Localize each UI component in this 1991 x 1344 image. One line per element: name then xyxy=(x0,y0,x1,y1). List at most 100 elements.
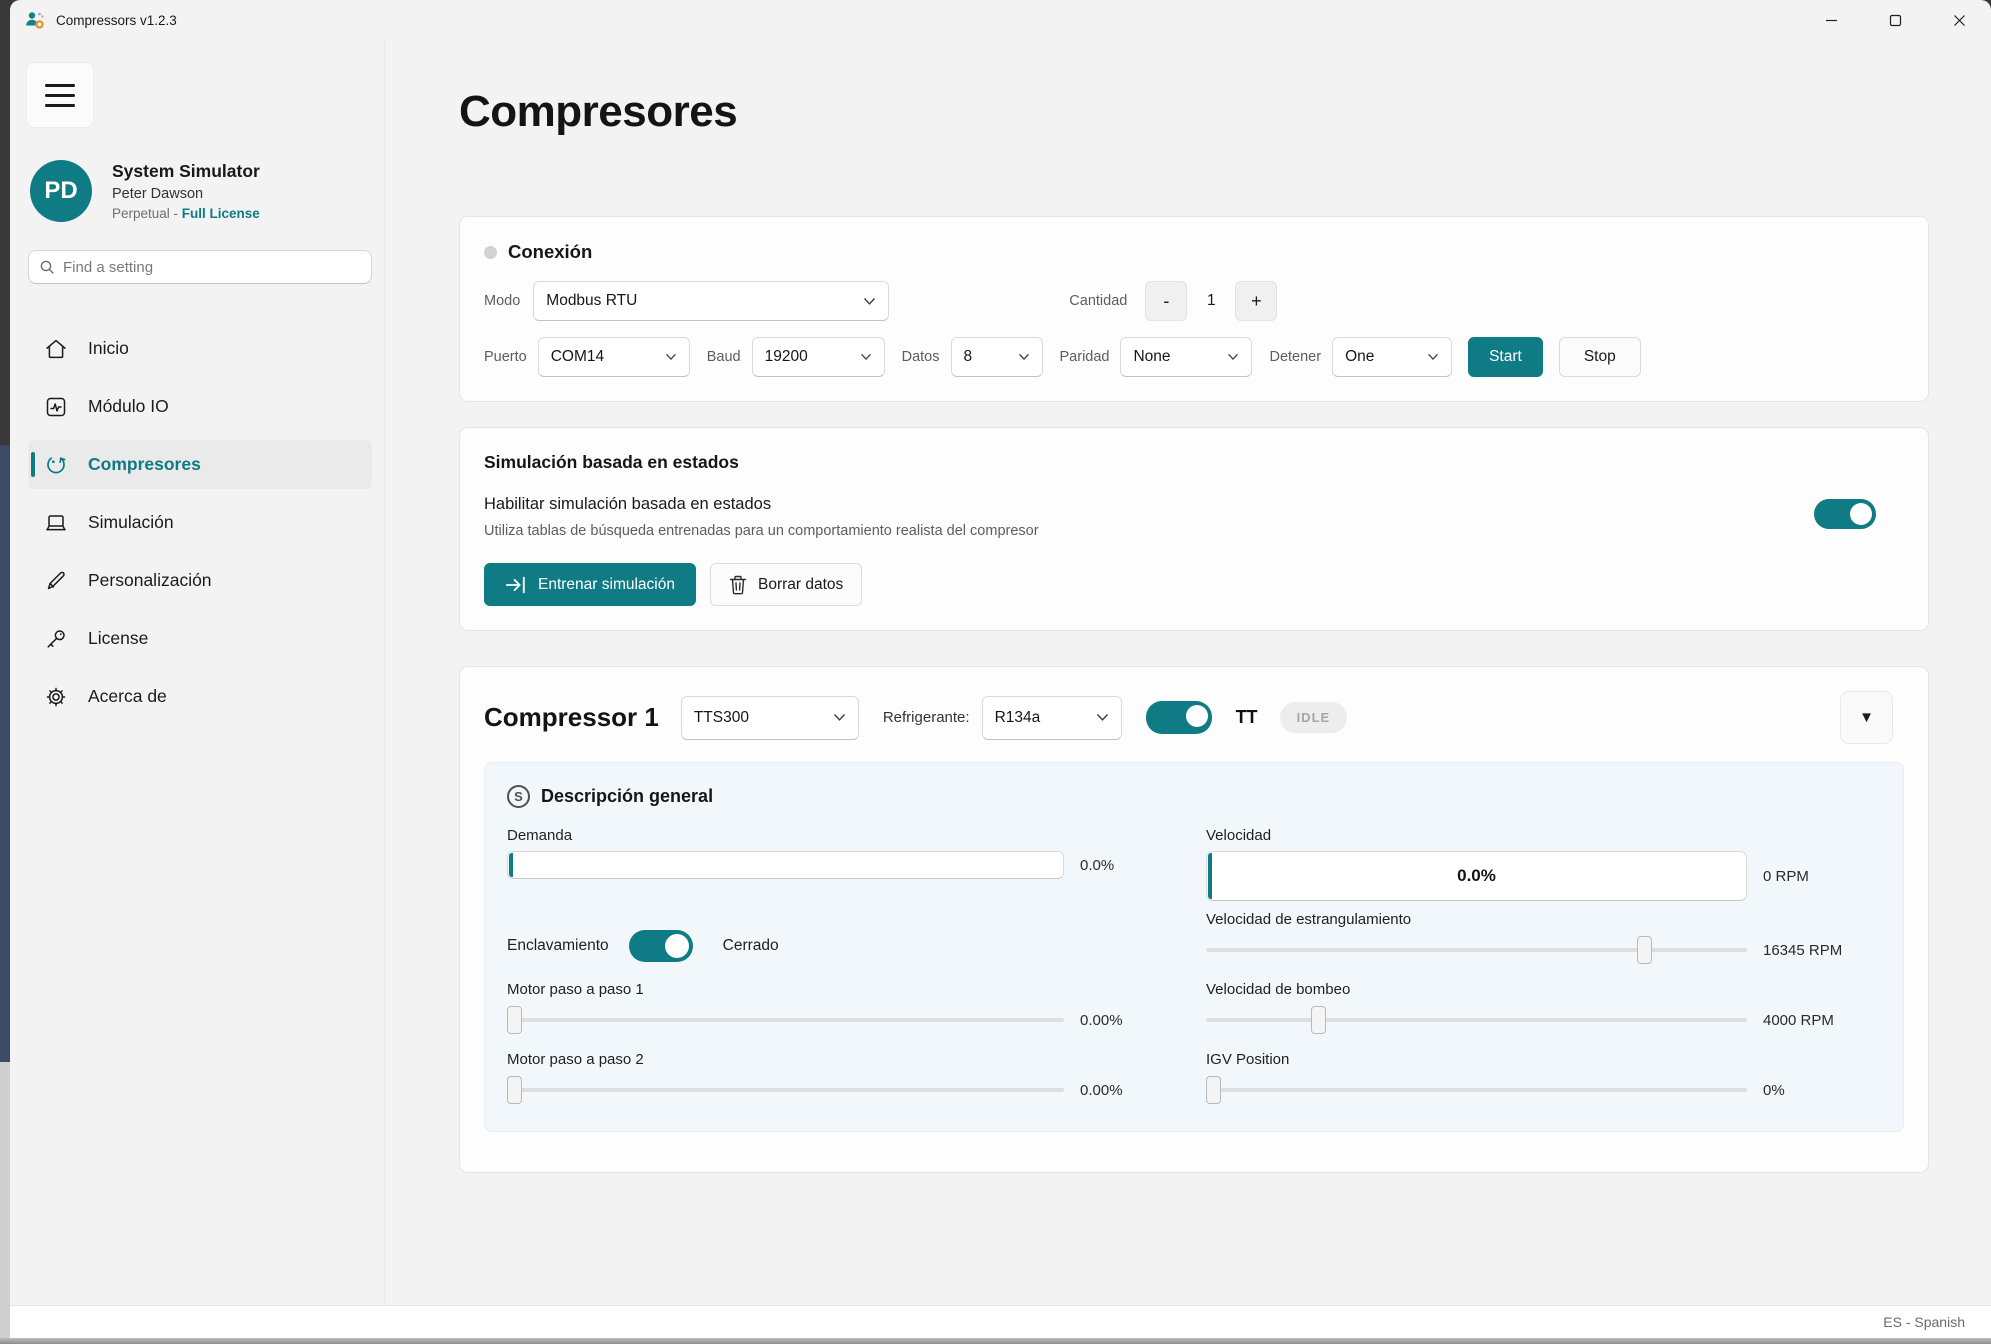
datos-dropdown[interactable]: 8 xyxy=(951,337,1043,377)
close-button[interactable] xyxy=(1927,0,1991,40)
gear-icon xyxy=(44,685,68,709)
choke-speed-slider[interactable] xyxy=(1206,935,1747,965)
sidebar-item-simulacion[interactable]: Simulación xyxy=(28,498,372,547)
baud-dropdown[interactable]: 19200 xyxy=(752,337,885,377)
igv-position-slider[interactable] xyxy=(1206,1075,1747,1105)
stepper2-label: Motor paso a paso 2 xyxy=(507,1051,1150,1068)
demand-label: Demanda xyxy=(507,827,1150,844)
license-highlight: Full License xyxy=(182,206,260,221)
igv-position-label: IGV Position xyxy=(1206,1051,1881,1068)
paridad-label: Paridad xyxy=(1060,349,1110,365)
settings-search[interactable] xyxy=(28,250,372,284)
maximize-button[interactable] xyxy=(1863,0,1927,40)
interlock-state: Cerrado xyxy=(723,937,779,955)
state-sim-toggle-label: Habilitar simulación basada en estados xyxy=(484,495,1039,514)
minimize-button[interactable] xyxy=(1799,0,1863,40)
compressor-title: Compressor 1 xyxy=(484,702,659,733)
speed-value: 0 RPM xyxy=(1763,868,1881,885)
stepper1-slider[interactable] xyxy=(507,1005,1064,1035)
refrigerant-dropdown[interactable]: R134a xyxy=(982,696,1122,740)
home-icon xyxy=(44,337,68,361)
detener-dropdown[interactable]: One xyxy=(1332,337,1452,377)
language-indicator[interactable]: ES - Spanish xyxy=(1883,1314,1965,1330)
arrow-to-bar-icon xyxy=(505,575,527,595)
cantidad-plus-button[interactable]: + xyxy=(1235,281,1277,321)
refrigerant-label: Refrigerante: xyxy=(883,709,970,726)
train-simulation-button[interactable]: Entrenar simulación xyxy=(484,563,696,606)
key-icon xyxy=(44,627,68,651)
app-icon xyxy=(24,9,46,31)
cantidad-minus-button[interactable]: - xyxy=(1145,281,1187,321)
compressor-power-toggle[interactable] xyxy=(1146,701,1212,734)
triangle-down-icon: ▼ xyxy=(1859,709,1874,726)
profile-name: Peter Dawson xyxy=(112,186,260,202)
trash-icon xyxy=(729,575,747,595)
chevron-down-icon xyxy=(1227,353,1239,361)
connection-status-dot xyxy=(484,246,497,259)
avatar: PD xyxy=(30,160,92,222)
paridad-dropdown[interactable]: None xyxy=(1120,337,1252,377)
start-button[interactable]: Start xyxy=(1468,337,1543,377)
overview-s-icon: S xyxy=(507,785,530,808)
baud-label: Baud xyxy=(707,349,741,365)
status-bar: ES - Spanish xyxy=(10,1305,1991,1338)
datos-label: Datos xyxy=(902,349,940,365)
chevron-down-icon xyxy=(1018,353,1030,361)
desktop-edge-strip xyxy=(0,0,10,1344)
sidebar-item-personalizacion[interactable]: Personalización xyxy=(28,556,372,605)
surge-speed-slider[interactable] xyxy=(1206,1005,1747,1035)
detener-label: Detener xyxy=(1269,349,1321,365)
collapse-button[interactable]: ▼ xyxy=(1840,691,1893,744)
compressor-icon xyxy=(44,453,68,477)
title-bar: Compressors v1.2.3 xyxy=(10,0,1991,40)
slider-thumb[interactable] xyxy=(1637,936,1652,964)
slider-thumb[interactable] xyxy=(1311,1006,1326,1034)
surge-speed-label: Velocidad de bombeo xyxy=(1206,981,1881,998)
simulation-icon xyxy=(44,511,68,535)
sidebar: PD System Simulator Peter Dawson Perpetu… xyxy=(10,40,385,1305)
search-icon xyxy=(39,259,55,275)
mode-dropdown[interactable]: Modbus RTU xyxy=(533,281,889,321)
connection-card: Conexión Modo Modbus RTU Cantidad - 1 + … xyxy=(459,216,1929,402)
search-input[interactable] xyxy=(63,259,361,276)
state-sim-title: Simulación basada en estados xyxy=(484,452,1904,473)
overview-title: Descripción general xyxy=(541,786,713,807)
profile-license: Perpetual - Full License xyxy=(112,206,260,221)
slider-thumb[interactable] xyxy=(507,1006,522,1034)
stepper1-value: 0.00% xyxy=(1080,1012,1150,1029)
user-profile: PD System Simulator Peter Dawson Perpetu… xyxy=(30,160,384,222)
chevron-down-icon xyxy=(1427,353,1439,361)
clear-data-button[interactable]: Borrar datos xyxy=(710,563,862,606)
sidebar-item-acerca-de[interactable]: Acerca de xyxy=(28,672,372,721)
model-dropdown[interactable]: TTS300 xyxy=(681,696,859,740)
chevron-down-icon xyxy=(860,353,872,361)
tt-label: TT xyxy=(1236,707,1258,728)
choke-speed-label: Velocidad de estrangulamiento xyxy=(1206,911,1881,928)
state-simulation-card: Simulación basada en estados Habilitar s… xyxy=(459,427,1929,631)
stepper2-slider[interactable] xyxy=(507,1075,1064,1105)
puerto-label: Puerto xyxy=(484,349,527,365)
slider-thumb[interactable] xyxy=(1206,1076,1221,1104)
hamburger-menu-button[interactable] xyxy=(26,62,94,128)
demand-progressbar xyxy=(507,851,1064,879)
interlock-toggle[interactable] xyxy=(629,930,693,962)
sidebar-item-modulo-io[interactable]: Módulo IO xyxy=(28,382,372,431)
slider-thumb[interactable] xyxy=(507,1076,522,1104)
window-title: Compressors v1.2.3 xyxy=(56,13,177,28)
stepper2-value: 0.00% xyxy=(1080,1082,1150,1099)
sidebar-item-inicio[interactable]: Inicio xyxy=(28,324,372,373)
state-sim-description: Utiliza tablas de búsqueda entrenadas pa… xyxy=(484,523,1039,539)
sidebar-item-license[interactable]: License xyxy=(28,614,372,663)
stop-button[interactable]: Stop xyxy=(1559,337,1641,377)
cantidad-label: Cantidad xyxy=(1069,293,1127,309)
interlock-label: Enclavamiento xyxy=(507,937,609,955)
chevron-down-icon xyxy=(863,297,876,306)
main-content: Compresores Conexión Modo Modbus RTU Can… xyxy=(385,40,1991,1305)
sidebar-item-compresores[interactable]: Compresores xyxy=(28,440,372,489)
overview-panel: S Descripción general Demanda 0.0% xyxy=(484,762,1904,1132)
state-sim-toggle[interactable] xyxy=(1814,499,1876,529)
stepper1-label: Motor paso a paso 1 xyxy=(507,981,1150,998)
puerto-dropdown[interactable]: COM14 xyxy=(538,337,690,377)
cantidad-value: 1 xyxy=(1187,292,1235,310)
compressor-card: Compressor 1 TTS300 Refrigerante: R134a … xyxy=(459,666,1929,1173)
